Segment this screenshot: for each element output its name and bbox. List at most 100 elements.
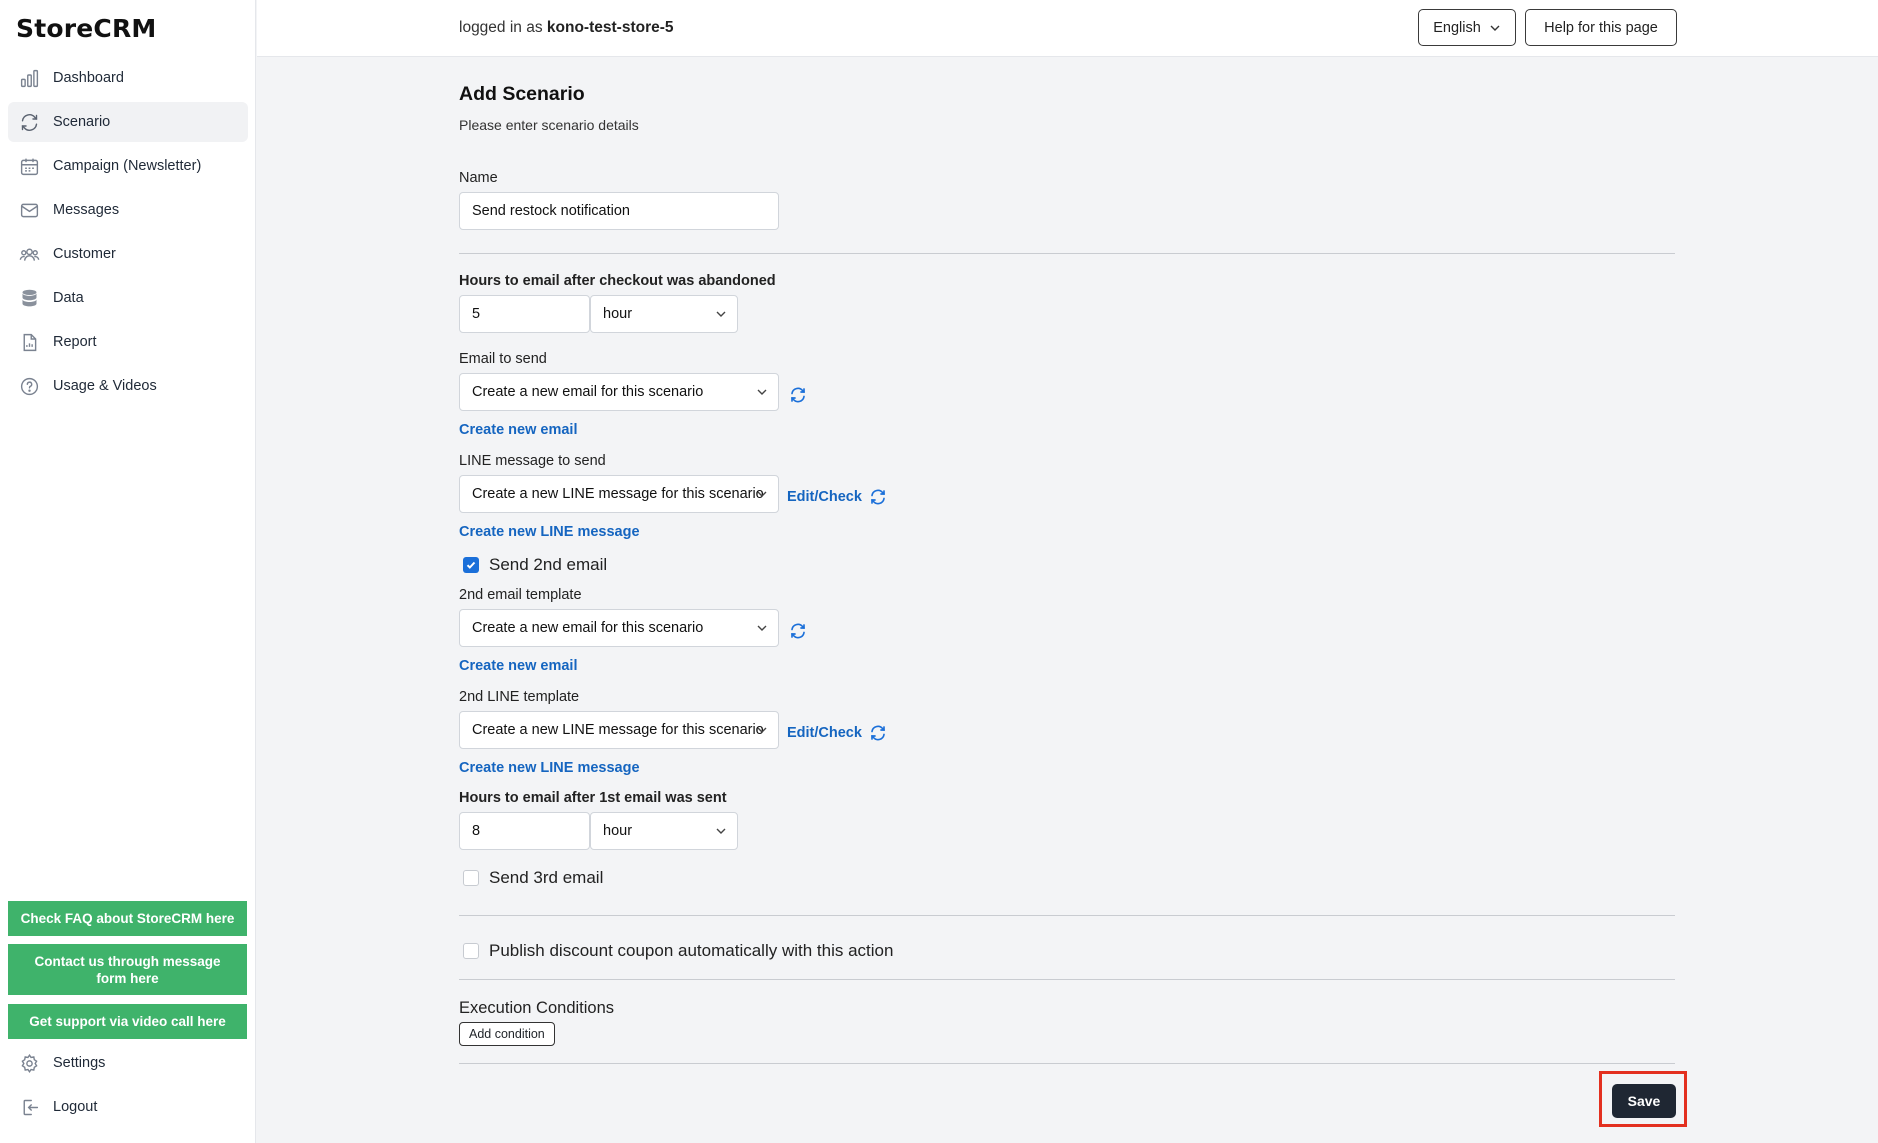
logged-in-prefix: logged in as (459, 19, 543, 36)
send-3rd-email-checkbox[interactable]: Send 3rd email (463, 868, 603, 888)
sidebar-item-label: Logout (53, 1099, 98, 1115)
sidebar-item-label: Dashboard (53, 70, 124, 86)
top-bar: logged in as kono-test-store-5 English H… (257, 0, 1878, 57)
line-message-select[interactable]: Create a new LINE message for this scena… (459, 475, 779, 513)
refresh-icon[interactable] (869, 488, 887, 506)
calendar-icon (18, 155, 40, 177)
email2-template-label: 2nd email template (459, 587, 582, 603)
chevron-down-icon (1490, 25, 1500, 31)
publish-coupon-checkbox[interactable]: Publish discount coupon automatically wi… (463, 941, 893, 961)
refresh-icon[interactable] (869, 724, 887, 742)
document-chart-icon (18, 331, 40, 353)
sidebar-item-logout[interactable]: Logout (8, 1087, 248, 1127)
envelope-icon (18, 199, 40, 221)
edit-check2-link[interactable]: Edit/Check (787, 725, 862, 741)
create-email2-link[interactable]: Create new email (459, 658, 577, 674)
faq-button[interactable]: Check FAQ about StoreCRM here (8, 901, 247, 936)
database-icon (18, 287, 40, 309)
username: kono-test-store-5 (546, 19, 674, 36)
line-select-value: Create a new LINE message for this scena… (472, 486, 764, 502)
edit-check-link[interactable]: Edit/Check (787, 489, 862, 505)
execution-conditions-title: Execution Conditions (459, 999, 615, 1017)
question-circle-icon (18, 375, 40, 397)
save-highlight-box: Save (1599, 1071, 1687, 1127)
publish-coupon-label: Publish discount coupon automatically wi… (489, 941, 894, 960)
app-logo[interactable]: StoreCRM (16, 14, 157, 43)
video-call-support-button[interactable]: Get support via video call here (8, 1004, 247, 1039)
refresh-icon[interactable] (789, 386, 807, 404)
sidebar-item-messages[interactable]: Messages (8, 190, 248, 230)
checkbox-checked[interactable] (463, 557, 479, 573)
hours-after-1st-input[interactable]: 8 (459, 812, 590, 850)
sidebar-item-label: Scenario (53, 114, 111, 130)
sidebar-item-scenario[interactable]: Scenario (8, 102, 248, 142)
email-select-value: Create a new email for this scenario (472, 384, 704, 400)
email2-select-value: Create a new email for this scenario (472, 620, 704, 636)
sidebar-nav: Dashboard Scenario Campaign (Newsletter)… (8, 58, 248, 410)
hours-abandoned-unit-select[interactable]: hour (590, 295, 738, 333)
name-input[interactable]: Send restock notification (459, 192, 779, 230)
hours-abandoned-label: Hours to email after checkout was abando… (459, 273, 776, 289)
checkbox-unchecked[interactable] (463, 943, 479, 959)
refresh-icon[interactable] (789, 622, 807, 640)
bar-chart-icon (18, 67, 40, 89)
divider (459, 915, 1675, 916)
line-message-label: LINE message to send (459, 453, 606, 469)
sidebar-item-settings[interactable]: Settings (8, 1043, 248, 1083)
create-email-link[interactable]: Create new email (459, 422, 577, 438)
page-title: Add Scenario (459, 83, 585, 105)
sidebar-item-label: Data (53, 290, 84, 306)
checkbox-unchecked[interactable] (463, 870, 479, 886)
divider (459, 979, 1675, 980)
name-label: Name (459, 170, 498, 186)
send-3rd-email-label: Send 3rd email (489, 868, 604, 887)
sidebar-item-report[interactable]: Report (8, 322, 248, 362)
sidebar-item-label: Campaign (Newsletter) (53, 158, 202, 174)
sidebar-item-label: Messages (53, 202, 120, 218)
gear-icon (18, 1052, 40, 1074)
divider (459, 1063, 1675, 1064)
sidebar-item-label: Usage & Videos (53, 378, 157, 394)
logout-icon (18, 1096, 40, 1118)
hours-after-1st-unit-select[interactable]: hour (590, 812, 738, 850)
line2-template-label: 2nd LINE template (459, 689, 580, 705)
check-icon (466, 561, 476, 569)
language-label: English (1433, 19, 1481, 36)
page-subtitle: Please enter scenario details (459, 117, 639, 133)
sidebar-item-label: Customer (53, 246, 116, 262)
refresh-cycle-icon (18, 111, 40, 133)
create-line-message-link[interactable]: Create new LINE message (459, 524, 640, 540)
chevron-down-icon (716, 311, 726, 317)
sidebar-item-data[interactable]: Data (8, 278, 248, 318)
email2-template-select[interactable]: Create a new email for this scenario (459, 609, 779, 647)
language-select[interactable]: English (1418, 9, 1516, 46)
hours-abandoned-input[interactable]: 5 (459, 295, 590, 333)
sidebar-item-label: Settings (53, 1055, 106, 1071)
users-icon (18, 243, 40, 265)
help-button[interactable]: Help for this page (1525, 9, 1677, 46)
add-condition-button[interactable]: Add condition (459, 1022, 555, 1046)
sidebar-item-customer[interactable]: Customer (8, 234, 248, 274)
send-2nd-email-label: Send 2nd email (489, 555, 608, 574)
divider (459, 253, 1675, 254)
hours-after-1st-label: Hours to email after 1st email was sent (459, 790, 727, 806)
create-line2-message-link[interactable]: Create new LINE message (459, 760, 640, 776)
sidebar-item-dashboard[interactable]: Dashboard (8, 58, 248, 98)
login-info: logged in as kono-test-store-5 (459, 19, 674, 37)
sidebar: StoreCRM Dashboard Scenario Campaign (Ne… (0, 0, 256, 1143)
email-to-send-select[interactable]: Create a new email for this scenario (459, 373, 779, 411)
chevron-down-icon (757, 727, 767, 733)
email-to-send-label: Email to send (459, 351, 547, 367)
sidebar-item-usage-videos[interactable]: Usage & Videos (8, 366, 248, 406)
chevron-down-icon (757, 491, 767, 497)
line2-template-select[interactable]: Create a new LINE message for this scena… (459, 711, 779, 749)
contact-form-button[interactable]: Contact us through message form here (8, 944, 247, 995)
chevron-down-icon (757, 625, 767, 631)
hours-unit-value: hour (603, 306, 633, 322)
send-2nd-email-checkbox[interactable]: Send 2nd email (463, 555, 607, 575)
sidebar-bottom-nav: Settings Logout (8, 1043, 248, 1131)
sidebar-item-campaign[interactable]: Campaign (Newsletter) (8, 146, 248, 186)
save-button[interactable]: Save (1612, 1084, 1676, 1118)
line2-select-value: Create a new LINE message for this scena… (472, 722, 764, 738)
chevron-down-icon (757, 389, 767, 395)
